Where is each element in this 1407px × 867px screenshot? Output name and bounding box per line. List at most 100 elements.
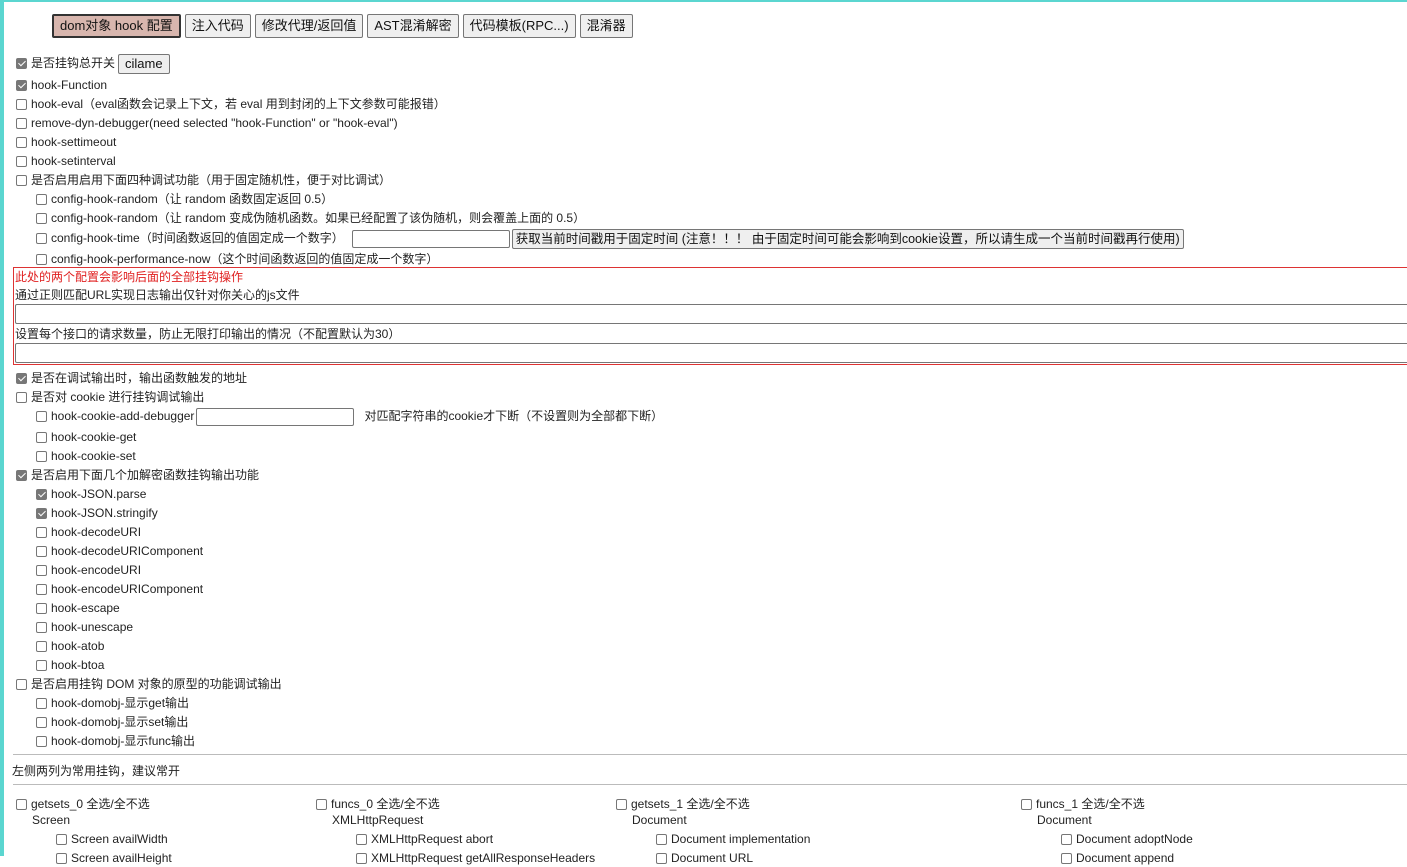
column-header-label: getsets_1 全选/全不选 [631,797,750,811]
domobj-item-row: hook-domobj-显示get输出 [36,694,189,712]
crypto-item-label: hook-atob [51,639,105,653]
column-item-row: Document adoptNode [1061,830,1193,848]
cookie-get-label: hook-cookie-get [51,430,137,444]
master-switch-checkbox[interactable] [16,58,27,69]
tab-inject-code[interactable]: 注入代码 [184,14,251,38]
escape-checkbox[interactable] [36,603,47,614]
decodeuri-checkbox[interactable] [36,527,47,538]
hook-config-panel: dom对象 hook 配置 注入代码 修改代理/返回值 AST混淆解密 代码模板(RPC… [0,0,1407,865]
column-header-funcs-1: funcs_1 全选/全不选 [1021,795,1145,813]
hook-setinterval-label: hook-setinterval [31,154,116,168]
config-random-2-row: config-hook-random（让 random 变成伪随机函数。如果已经… [36,209,585,227]
tab-obfuscator[interactable]: 混淆器 [579,14,633,38]
crypto-hook-label: 是否启用下面几个加解密函数挂钩输出功能 [31,468,260,482]
column-item-checkbox[interactable] [656,853,667,864]
config-time-checkbox[interactable] [36,233,47,244]
config-random-1-label: config-hook-random（让 random 函数固定返回 0.5） [51,192,334,206]
cookie-get-row: hook-cookie-get [36,428,136,446]
crypto-hook-checkbox[interactable] [16,470,27,481]
tab-modify-proxy[interactable]: 修改代理/返回值 [254,14,364,38]
remove-dyn-debugger-checkbox[interactable] [16,118,27,129]
config-random-2-checkbox[interactable] [36,213,47,224]
config-perf-row: config-hook-performance-now（这个时间函数返回的值固定… [36,250,438,268]
crypto-item-label: hook-JSON.stringify [51,506,158,520]
config-time-input[interactable] [351,229,510,248]
column-item-label: Document adoptNode [1076,832,1193,846]
cookie-add-debugger-checkbox[interactable] [36,411,47,422]
hook-eval-row: hook-eval（eval函数会记录上下文，若 eval 用到封闭的上下文参数… [16,95,446,113]
getsets-1-select-all-checkbox[interactable] [616,799,627,810]
column-item-checkbox[interactable] [656,834,667,845]
hook-function-label: hook-Function [31,78,108,92]
config-time-label: config-hook-time（时间函数返回的值固定成一个数字） [51,231,344,245]
column-group-label: Document [632,813,687,827]
url-regex-label: 通过正则匹配URL实现日志输出仅针对你关心的js文件 [15,288,300,302]
cookie-add-debugger-input[interactable] [196,407,355,426]
debug-addr-checkbox[interactable] [16,373,27,384]
hook-setinterval-checkbox[interactable] [16,156,27,167]
crypto-item-label: hook-JSON.parse [51,487,147,501]
debug-four-checkbox[interactable] [16,175,27,186]
hook-function-checkbox[interactable] [16,80,27,91]
column-item-row: Document implementation [656,830,810,848]
encodeuri-checkbox[interactable] [36,565,47,576]
unescape-checkbox[interactable] [36,622,47,633]
crypto-item-row: hook-encodeURI [36,561,141,579]
funcs-0-select-all-checkbox[interactable] [316,799,327,810]
crypto-item-label: hook-encodeURI [51,563,142,577]
column-item-checkbox[interactable] [356,853,367,864]
decodeuricomponent-checkbox[interactable] [36,546,47,557]
column-group-label: Document [1037,813,1092,827]
hook-settimeout-row: hook-settimeout [16,133,116,151]
tab-bar: dom对象 hook 配置 注入代码 修改代理/返回值 AST混淆解密 代码模板(RPC… [52,14,637,38]
column-item-checkbox[interactable] [356,834,367,845]
column-item-checkbox[interactable] [1061,853,1072,864]
url-regex-input[interactable] [15,304,1407,324]
hook-settimeout-checkbox[interactable] [16,137,27,148]
atob-checkbox[interactable] [36,641,47,652]
crypto-item-row: hook-encodeURIComponent [36,580,203,598]
column-item-label: Screen availHeight [71,851,172,865]
btoa-checkbox[interactable] [36,660,47,671]
getsets-0-select-all-checkbox[interactable] [16,799,27,810]
remove-dyn-debugger-label: remove-dyn-debugger(need selected "hook-… [31,116,398,130]
domobj-get-checkbox[interactable] [36,698,47,709]
cookie-add-debugger-note: 对匹配字符串的cookie才下断（不设置则为全部都下断） [364,409,664,423]
request-limit-input[interactable] [15,343,1407,363]
encodeuricomponent-checkbox[interactable] [36,584,47,595]
json-parse-checkbox[interactable] [36,489,47,500]
domobj-hook-checkbox[interactable] [16,679,27,690]
crypto-item-row: hook-escape [36,599,120,617]
domobj-item-row: hook-domobj-显示func输出 [36,732,195,750]
cookie-get-checkbox[interactable] [36,432,47,443]
cookie-hook-checkbox[interactable] [16,392,27,403]
column-item-label: Screen availWidth [71,832,168,846]
master-switch-label: 是否挂钩总开关 [31,56,116,70]
funcs-1-select-all-checkbox[interactable] [1021,799,1032,810]
tab-ast-deobfuscate[interactable]: AST混淆解密 [367,14,459,38]
crypto-item-row: hook-btoa [36,656,104,674]
request-limit-label: 设置每个接口的请求数量，防止无限打印输出的情况（不配置默认为30） [15,327,401,341]
cilame-button[interactable]: cilame [118,53,170,74]
domobj-item-label: hook-domobj-显示set输出 [51,715,189,729]
cookie-set-row: hook-cookie-set [36,447,136,465]
global-filter-box: 此处的两个配置会影响后面的全部挂钩操作 通过正则匹配URL实现日志输出仅针对你关… [13,267,1407,365]
hook-eval-checkbox[interactable] [16,99,27,110]
column-item-checkbox[interactable] [56,853,67,864]
config-perf-checkbox[interactable] [36,254,47,265]
column-item-checkbox[interactable] [1061,834,1072,845]
get-timestamp-button[interactable]: 获取当前时间戳用于固定时间 (注意！！！ 由于固定时间可能会影响到cookie设… [511,228,1184,249]
tab-code-template[interactable]: 代码模板(RPC...) [462,14,576,38]
tab-dom-hook-config[interactable]: dom对象 hook 配置 [52,14,181,38]
domobj-set-checkbox[interactable] [36,717,47,728]
json-stringify-checkbox[interactable] [36,508,47,519]
column-item-row: XMLHttpRequest getAllResponseHeaders [356,849,595,867]
domobj-func-checkbox[interactable] [36,736,47,747]
crypto-item-row: hook-decodeURIComponent [36,542,203,560]
global-filter-warning: 此处的两个配置会影响后面的全部挂钩操作 [15,270,244,284]
cookie-set-checkbox[interactable] [36,451,47,462]
column-item-checkbox[interactable] [56,834,67,845]
column-header-funcs-0: funcs_0 全选/全不选 [316,795,440,813]
hook-setinterval-row: hook-setinterval [16,152,116,170]
config-random-1-checkbox[interactable] [36,194,47,205]
